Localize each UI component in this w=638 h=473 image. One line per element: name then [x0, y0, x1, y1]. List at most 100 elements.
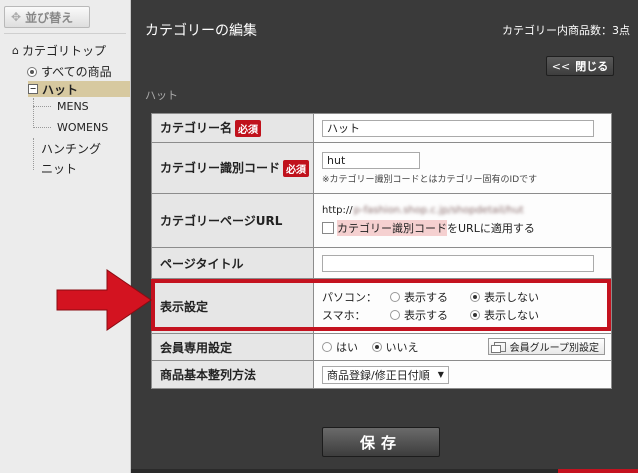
category-tree-panel: ✥ 並び替え ⌂ カテゴリトップ すべての商品 − ハット MENS WOMEN…: [0, 0, 131, 473]
tree-connector: [33, 138, 34, 170]
close-button-label: 閉じる: [575, 60, 609, 73]
required-badge: 必須: [235, 120, 262, 137]
arrow-right-icon: [56, 269, 152, 331]
category-name-cell: ハット: [313, 113, 612, 143]
tree-item-hunting-label: ハンチング: [41, 142, 102, 156]
category-url: http:// p-fashion.shop.c.jp/shopdetail/h…: [322, 205, 611, 216]
tree-item-knit[interactable]: ニット: [41, 160, 77, 177]
required-badge: 必須: [283, 160, 310, 177]
category-url-label: カテゴリーページURL: [151, 193, 314, 248]
display-pc-row: パソコン： 表示する 表示しない: [322, 288, 611, 306]
tree-item-hunting[interactable]: ハンチング: [41, 140, 101, 157]
member-only-no-radio[interactable]: [371, 342, 382, 352]
double-chevron-left-icon: <<: [551, 59, 571, 73]
tree-item-all-products-label: すべての商品: [41, 65, 112, 79]
chevron-down-icon: ▼: [437, 370, 444, 379]
product-count: カテゴリー内商品数：3点: [502, 24, 630, 37]
apply-code-label-highlight: カテゴリー識別コード: [337, 220, 447, 236]
url-path-blurred: p-fashion.shop.c.jp/shopdetail/hut: [353, 205, 524, 216]
row-sort-method: 商品基本整列方法 商品登録/修正日付順 ▼: [151, 360, 612, 389]
close-button[interactable]: << 閉じる: [546, 56, 614, 76]
display-sp-hide-radio[interactable]: [470, 310, 480, 320]
member-only-no-label: いいえ: [385, 341, 419, 354]
display-sp-hide-label: 表示しない: [484, 309, 539, 322]
display-sp-show-option[interactable]: 表示する: [390, 307, 448, 323]
category-url-cell: http:// p-fashion.shop.c.jp/shopdetail/h…: [313, 193, 612, 248]
edit-category-panel: カテゴリーの編集 カテゴリー内商品数：3点 << 閉じる ハット カテゴリー名必…: [131, 0, 638, 473]
display-pc-show-option[interactable]: 表示する: [390, 289, 448, 305]
page-title: カテゴリーの編集: [145, 23, 257, 39]
tree-item-hat[interactable]: − ハット: [28, 81, 130, 97]
display-pc-hide-option[interactable]: 表示しない: [470, 289, 539, 305]
display-pc-show-radio[interactable]: [390, 292, 400, 302]
tree-item-hat-label: ハット: [42, 82, 79, 97]
member-only-no-option[interactable]: いいえ: [371, 339, 419, 355]
apply-code-checkbox[interactable]: [322, 222, 334, 234]
display-pc-label: パソコン：: [322, 291, 377, 304]
display-pc-hide-radio[interactable]: [470, 292, 480, 302]
category-code-cell: hut ※カテゴリー識別コードとはカテゴリー固有のIDです: [313, 142, 612, 194]
tree-item-root[interactable]: ⌂ カテゴリトップ: [12, 42, 106, 59]
member-only-yes-label: はい: [336, 341, 358, 354]
category-code-label-text: カテゴリー識別コード: [160, 161, 281, 175]
tree-item-mens-label: MENS: [57, 100, 89, 113]
category-code-input[interactable]: hut: [322, 151, 420, 169]
apply-code-to-url[interactable]: カテゴリー識別コード をURLに適用する: [322, 220, 611, 236]
display-pc-show-label: 表示する: [404, 291, 448, 304]
tree-connector: [33, 106, 51, 107]
sort-button[interactable]: ✥ 並び替え: [4, 6, 90, 28]
member-only-yes-option[interactable]: はい: [322, 339, 358, 355]
tree-item-mens[interactable]: MENS: [57, 100, 89, 113]
window-icon: [490, 341, 506, 353]
tree-item-root-label: カテゴリトップ: [21, 44, 106, 58]
member-only-cell: はい いいえ 会員グループ別設定: [313, 333, 612, 361]
row-member-only: 会員専用設定 はい いいえ 会員グループ別設定: [151, 333, 612, 361]
member-group-button[interactable]: 会員グループ別設定: [487, 338, 605, 355]
member-group-button-label: 会員グループ別設定: [509, 343, 599, 354]
tree-item-all-products[interactable]: すべての商品: [27, 63, 112, 80]
category-name-label-text: カテゴリー名: [160, 121, 233, 135]
sidebar-divider: [4, 33, 126, 34]
row-category-name: カテゴリー名 必須 ハット: [151, 113, 612, 143]
row-page-title: ページタイトル: [151, 247, 612, 279]
display-setting-label: 表示設定: [151, 278, 314, 334]
display-sp-label: スマホ：: [322, 309, 366, 322]
sort-button-label: 並び替え: [25, 10, 74, 25]
category-heading: ハット: [145, 89, 178, 102]
category-name-label: カテゴリー名 必須: [151, 113, 314, 143]
category-form: カテゴリー名 必須 ハット カテゴリー識別コード 必須 hut ※カテゴリー識別コー…: [151, 113, 612, 389]
page-title-cell: [313, 247, 612, 279]
sort-method-value: 商品登録/修正日付順: [327, 368, 430, 382]
tree-item-womens[interactable]: WOMENS: [57, 121, 108, 134]
home-icon: ⌂: [12, 44, 19, 57]
save-button[interactable]: 保存: [322, 427, 440, 457]
category-code-hint: ※カテゴリー識別コードとはカテゴリー固有のIDです: [322, 174, 538, 185]
display-sp-show-label: 表示する: [404, 309, 448, 322]
category-code-label: カテゴリー識別コード 必須: [151, 142, 314, 194]
sort-method-select[interactable]: 商品登録/修正日付順 ▼: [322, 365, 449, 384]
row-category-code: カテゴリー識別コード 必須 hut ※カテゴリー識別コードとはカテゴリー固有のID…: [151, 142, 612, 194]
tree-connector: [33, 98, 34, 128]
tree-connector: [33, 127, 51, 128]
collapse-icon[interactable]: −: [28, 84, 38, 94]
display-sp-show-radio[interactable]: [390, 310, 400, 320]
page-title-label: ページタイトル: [151, 247, 314, 279]
display-sp-hide-option[interactable]: 表示しない: [470, 307, 539, 323]
sort-method-cell: 商品登録/修正日付順 ▼: [313, 360, 612, 389]
tree-item-womens-label: WOMENS: [57, 121, 109, 134]
tree-item-knit-label: ニット: [41, 162, 78, 176]
row-category-url: カテゴリーページURL http:// p-fashion.shop.c.jp/…: [151, 193, 612, 248]
page-title-input[interactable]: [322, 254, 594, 272]
display-pc-hide-label: 表示しない: [484, 291, 539, 304]
display-sp-row: スマホ： 表示する 表示しない: [322, 306, 611, 324]
target-icon: [27, 66, 37, 77]
url-prefix: http://: [322, 205, 353, 216]
corner-accent: [558, 469, 638, 473]
row-display-setting: 表示設定 パソコン： 表示する 表示しない スマホ： 表示する 表示しない: [151, 278, 612, 334]
category-name-input[interactable]: ハット: [322, 119, 594, 137]
member-only-yes-radio[interactable]: [322, 342, 332, 352]
member-only-label: 会員専用設定: [151, 333, 314, 361]
display-setting-cell: パソコン： 表示する 表示しない スマホ： 表示する 表示しない: [313, 278, 612, 334]
move-icon: ✥: [11, 10, 22, 24]
sort-method-label: 商品基本整列方法: [151, 360, 314, 389]
